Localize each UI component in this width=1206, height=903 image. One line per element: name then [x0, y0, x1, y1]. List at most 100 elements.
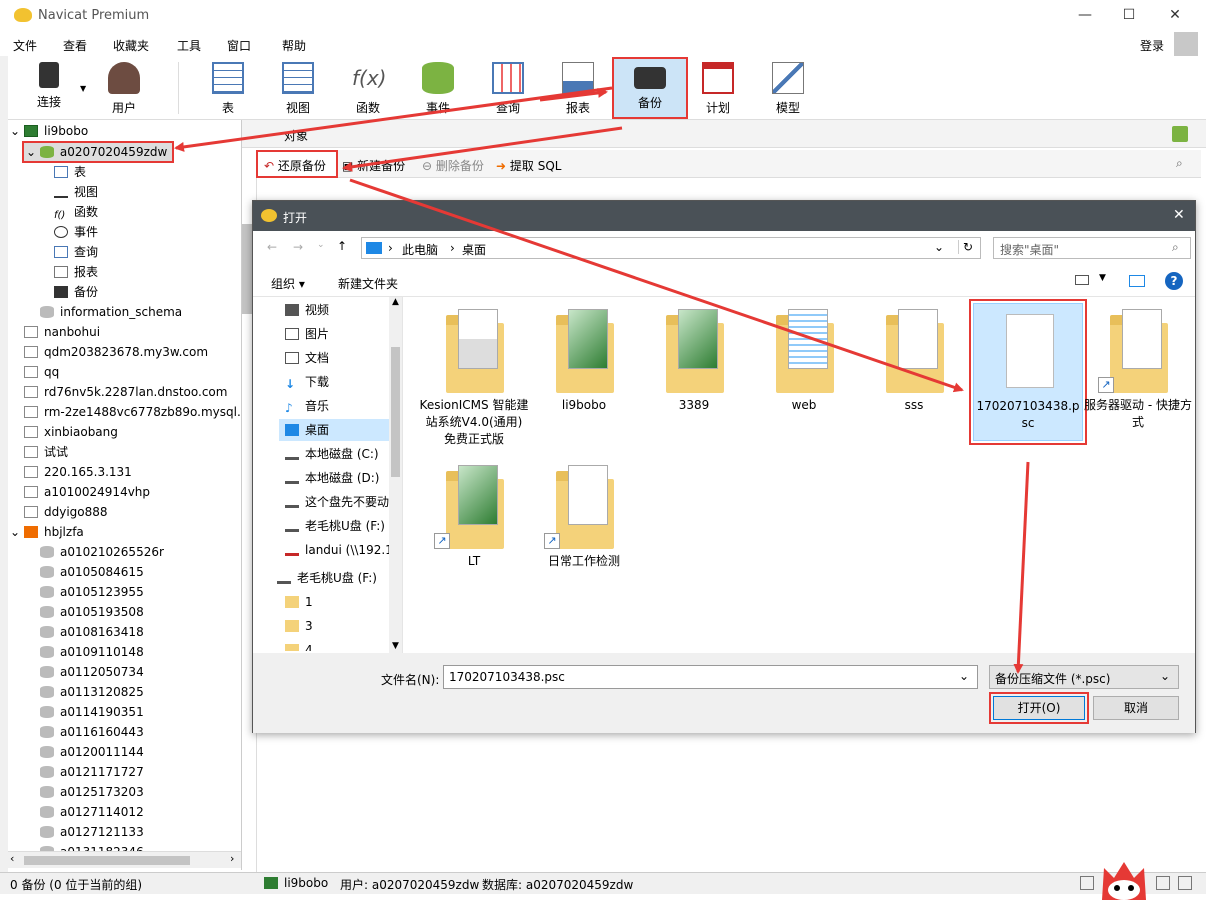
report-button[interactable]: 报表: [548, 58, 608, 118]
avatar[interactable]: [1174, 32, 1198, 56]
view-button[interactable]: 视图: [268, 58, 328, 118]
file-item-shortcut[interactable]: ↗ LT: [419, 459, 529, 570]
tree-connection[interactable]: xinbiaobang: [24, 422, 118, 442]
tree-item-functions[interactable]: f() 函数: [54, 202, 98, 222]
restore-backup-button[interactable]: ↶ 还原备份: [256, 150, 338, 178]
tree-db[interactable]: a0109110148: [40, 642, 144, 662]
nav-item-music[interactable]: ♪ 音乐: [285, 395, 402, 417]
menu-file[interactable]: 文件: [13, 37, 37, 54]
tree-db[interactable]: a0127121133: [40, 822, 144, 842]
tree-connection[interactable]: qq: [24, 362, 59, 382]
tree-item-events[interactable]: 事件: [54, 222, 98, 242]
scroll-left-icon[interactable]: ‹: [10, 852, 14, 865]
tree-connection-li9bobo[interactable]: li9bobo: [24, 121, 88, 141]
tree-connection[interactable]: nanbohui: [24, 322, 100, 342]
file-item-folder[interactable]: web: [749, 303, 859, 414]
tree-vertical-scrollbar[interactable]: [242, 224, 252, 314]
address-bar[interactable]: › 此电脑 › 桌面 ⌄ ↻: [361, 237, 981, 259]
function-button[interactable]: f(x) 函数: [338, 58, 398, 118]
tree-db[interactable]: a0114190351: [40, 702, 144, 722]
connect-button[interactable]: 连接: [19, 58, 79, 118]
schedule-button[interactable]: 计划: [688, 58, 748, 118]
new-backup-button[interactable]: ▣ 新建备份: [342, 157, 405, 174]
file-item-shortcut[interactable]: ↗ 服务器驱动 - 快捷方式: [1083, 303, 1193, 431]
scroll-right-icon[interactable]: ›: [230, 852, 234, 865]
nav-item-network[interactable]: landui (\\192.1: [285, 539, 402, 561]
nav-item-folder-1[interactable]: 1: [285, 591, 402, 613]
table-button[interactable]: 表: [198, 58, 258, 118]
dialog-close-button[interactable]: ✕: [1173, 207, 1185, 223]
event-button[interactable]: 事件: [408, 58, 468, 118]
nav-item-videos[interactable]: 视频: [285, 299, 402, 321]
view-options-icon[interactable]: [1075, 275, 1089, 285]
tree-db[interactable]: a0120011144: [40, 742, 144, 762]
recent-dropdown-icon[interactable]: ⌄: [317, 240, 325, 250]
breadcrumb-this-pc[interactable]: 此电脑: [402, 241, 438, 258]
open-button[interactable]: 打开(O): [989, 692, 1089, 724]
tree-db[interactable]: a0108163418: [40, 622, 144, 642]
menu-window[interactable]: 窗口: [227, 37, 251, 54]
tree-connection[interactable]: a1010024914vhp: [24, 482, 150, 502]
nav-item-folder-4[interactable]: 4: [285, 639, 402, 651]
search-icon[interactable]: ⌕: [1176, 156, 1183, 171]
new-folder-button[interactable]: 新建文件夹: [338, 275, 398, 292]
tree-connection-hbjlzfa[interactable]: hbjlzfa: [24, 522, 84, 542]
filetype-select[interactable]: 备份压缩文件 (*.psc) ⌄: [989, 665, 1179, 689]
model-button[interactable]: 模型: [758, 58, 818, 118]
filename-dropdown-icon[interactable]: ⌄: [959, 669, 969, 683]
tree-db[interactable]: a0105193508: [40, 602, 144, 622]
menu-view[interactable]: 查看: [63, 37, 87, 54]
tree-connection[interactable]: 220.165.3.131: [24, 462, 132, 482]
preview-pane-icon[interactable]: [1129, 275, 1145, 287]
tree-db[interactable]: a0105123955: [40, 582, 144, 602]
nav-item-drive-d[interactable]: 本地磁盘 (D:): [285, 467, 402, 489]
menu-favorites[interactable]: 收藏夹: [113, 37, 149, 54]
add-tab-icon[interactable]: [1172, 126, 1188, 142]
scroll-up-icon[interactable]: ▲: [389, 297, 402, 307]
file-item-shortcut[interactable]: ↗ 日常工作检测: [529, 459, 639, 570]
address-dropdown-icon[interactable]: ⌄: [934, 240, 944, 254]
tree-item-tables[interactable]: 表: [54, 162, 86, 182]
tree-item-queries[interactable]: 查询: [54, 242, 98, 262]
tree-item-views[interactable]: 视图: [54, 182, 98, 202]
breadcrumb-desktop[interactable]: 桌面: [462, 241, 486, 258]
maximize-button[interactable]: ☐: [1118, 5, 1140, 27]
tree-connection[interactable]: rm-2ze1488vc6778zb89o.mysql.rds: [24, 402, 241, 422]
back-icon[interactable]: ←: [267, 240, 277, 254]
close-button[interactable]: ✕: [1164, 5, 1186, 27]
tree-db[interactable]: a010210265526r: [40, 542, 164, 562]
tab-objects[interactable]: 对象: [284, 127, 308, 144]
tree-item-reports[interactable]: 报表: [54, 262, 98, 282]
delete-backup-button[interactable]: ⊖ 删除备份: [422, 157, 484, 174]
scroll-thumb[interactable]: [24, 856, 190, 865]
menu-tools[interactable]: 工具: [177, 37, 201, 54]
tree-db[interactable]: a0105084615: [40, 562, 144, 582]
tree-connection[interactable]: 试试: [24, 442, 68, 462]
extract-sql-button[interactable]: ➜ 提取 SQL: [496, 157, 561, 174]
query-button[interactable]: 查询: [478, 58, 538, 118]
tree-connection[interactable]: ddyigo888: [24, 502, 108, 522]
refresh-icon[interactable]: ↻: [958, 240, 973, 254]
help-icon[interactable]: ?: [1165, 272, 1183, 290]
user-button[interactable]: 用户: [94, 58, 154, 118]
minimize-button[interactable]: —: [1074, 5, 1096, 27]
nav-item-drive-e[interactable]: 这个盘先不要动: [285, 491, 402, 513]
tree-db-selected[interactable]: ⌄ a0207020459zdw: [22, 141, 174, 163]
tree-collapse-icon[interactable]: ⌄: [10, 121, 20, 141]
tree-db[interactable]: a0125173203: [40, 782, 144, 802]
backup-button[interactable]: 备份: [612, 57, 688, 119]
tree-db-information-schema[interactable]: information_schema: [40, 302, 182, 322]
search-input[interactable]: 搜索"桌面" ⌕: [993, 237, 1191, 259]
tree-db[interactable]: a0127114012: [40, 802, 144, 822]
nav-scrollbar[interactable]: ▲ ▼: [389, 297, 402, 653]
detail-view-icon[interactable]: [1178, 876, 1192, 890]
organize-button[interactable]: 组织 ▾: [271, 275, 305, 292]
file-item-folder[interactable]: li9bobo: [529, 303, 639, 414]
tree-connection[interactable]: rd76nv5k.2287lan.dnstoo.com: [24, 382, 227, 402]
tree-db[interactable]: a0116160443: [40, 722, 144, 742]
file-item-selected[interactable]: 170207103438.psc: [969, 299, 1087, 445]
file-item-folder[interactable]: 3389: [639, 303, 749, 414]
tree-item-backups[interactable]: 备份: [54, 282, 98, 302]
view-dropdown-icon[interactable]: ▼: [1099, 273, 1106, 283]
menu-help[interactable]: 帮助: [282, 37, 306, 54]
